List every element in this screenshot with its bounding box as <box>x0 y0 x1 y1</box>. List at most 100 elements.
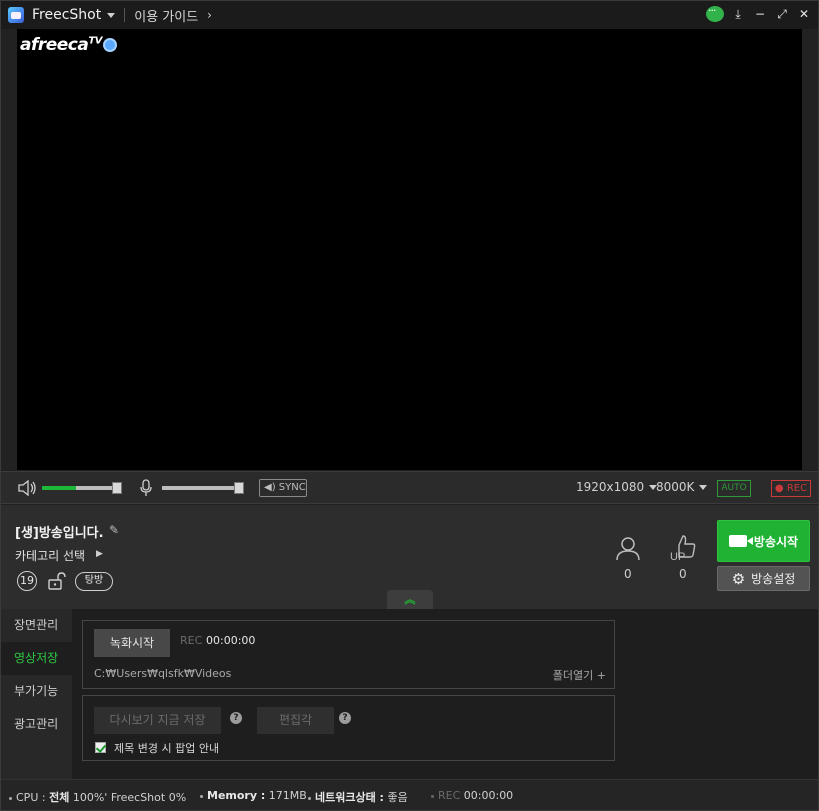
afreecatv-logo: afreecaTV <box>20 35 117 55</box>
broadcast-settings-label: 방송설정 <box>751 572 796 586</box>
help-icon[interactable]: ? <box>339 712 351 724</box>
bullet-icon <box>200 794 203 798</box>
network-value: 좋음 <box>387 791 408 804</box>
cpu-total-value: 100%' <box>72 791 108 804</box>
start-broadcast-label: 방송시작 <box>753 534 799 549</box>
caret-down-icon <box>699 485 708 490</box>
title-change-popup-checkbox[interactable] <box>95 742 106 753</box>
mascot-icon <box>102 38 117 52</box>
video-save-panel: 녹화시작 REC 00:00:00 C:₩Users₩qlsfk₩Videos … <box>72 609 818 779</box>
volume-slider[interactable] <box>42 482 122 494</box>
status-rec-time: 00:00:00 <box>463 789 514 802</box>
open-folder-link[interactable]: 폴더열기 + <box>553 667 606 683</box>
sidebar-item-extra-features[interactable]: 부가기능 <box>1 675 72 708</box>
rec-badge[interactable]: ● REC <box>771 480 811 497</box>
category-select[interactable]: 카테고리 선택 <box>15 547 85 564</box>
sidebar-item-video-save[interactable]: 영상저장 <box>1 642 72 675</box>
save-path: C:₩Users₩qlsfk₩Videos <box>94 667 232 680</box>
logo-text: afreeca <box>20 35 89 55</box>
svg-text:UP: UP <box>670 551 685 561</box>
tangbang-badge[interactable]: 탕방 <box>75 572 113 591</box>
thumbs-up-icon: UP <box>670 535 696 561</box>
title-divider <box>124 8 126 22</box>
maximize-icon[interactable]: ⤢ <box>774 6 790 22</box>
resolution-dropdown[interactable]: 1920x1080 <box>576 480 658 494</box>
usage-guide-link[interactable]: 이용 가이드 <box>134 6 198 25</box>
volume-handle[interactable] <box>112 482 122 494</box>
chat-icon[interactable] <box>706 4 724 22</box>
status-rec-label: REC <box>438 789 461 802</box>
speaker-small-icon: ◀) <box>264 482 276 493</box>
video-right-border <box>802 29 818 470</box>
broadcast-settings-button[interactable]: ⚙ 방송설정 <box>717 566 810 591</box>
mic-volume-slider[interactable] <box>162 482 244 494</box>
microphone-icon[interactable] <box>140 479 152 497</box>
app-menu-dropdown-icon[interactable] <box>107 12 116 18</box>
freecshot-window: FreecShot 이용 가이드 › ⤓ − ⤢ ✕ afreecaTV <box>0 0 819 811</box>
minimize-icon[interactable]: − <box>752 6 768 22</box>
help-icon[interactable]: ? <box>230 712 242 724</box>
video-left-border <box>1 29 17 470</box>
audio-control-bar: ◀) SYNC 1920x1080 8000K AUTO ● REC <box>1 471 818 504</box>
video-camera-icon <box>728 535 753 547</box>
viewer-icon <box>616 537 640 561</box>
auto-badge[interactable]: AUTO <box>717 480 751 497</box>
viewer-count: 0 <box>624 567 632 581</box>
mic-volume-handle[interactable] <box>234 482 244 494</box>
bullet-icon <box>431 794 434 798</box>
speaker-icon[interactable] <box>17 480 37 496</box>
logo-tv-text: TV <box>88 35 102 47</box>
sync-button[interactable]: ◀) SYNC <box>259 479 307 497</box>
title-bar: FreecShot 이용 가이드 › ⤓ − ⤢ ✕ <box>1 1 818 29</box>
rec-status: REC 00:00:00 <box>431 789 513 802</box>
resolution-value: 1920x1080 <box>576 480 645 494</box>
mic-volume-fill <box>162 486 244 490</box>
broadcast-info-panel: [생]방송입니다. ✎ 카테고리 선택 ▶ 19 탕방 0 UP 0 방송시작 … <box>1 505 818 610</box>
start-broadcast-button[interactable]: 방송시작 <box>717 520 810 562</box>
freecshot-cpu-value: 0% <box>168 791 187 804</box>
recording-group: 녹화시작 REC 00:00:00 C:₩Users₩qlsfk₩Videos … <box>82 620 615 689</box>
replay-group: 다시보기 지금 저장 ? 편집각 ? 제목 변경 시 팝업 안내 <box>82 695 615 761</box>
chevron-right-icon: › <box>207 8 212 22</box>
bitrate-value: 8000K <box>656 480 695 494</box>
volume-fill <box>42 486 76 490</box>
age-restriction-badge[interactable]: 19 <box>17 571 37 591</box>
video-preview[interactable]: afreecaTV <box>17 29 802 470</box>
double-chevron-up-icon: ︽ <box>404 593 416 606</box>
status-bar: CPU : 전체 100%' FreecShot 0% Memory : 171… <box>1 779 818 810</box>
memory-label: Memory : <box>207 789 266 802</box>
gear-icon: ⚙ <box>731 569 746 588</box>
memory-status: Memory : 171MB <box>200 789 307 802</box>
bitrate-dropdown[interactable]: 8000K <box>656 480 708 494</box>
rec-timer: 00:00:00 <box>206 634 256 647</box>
collapse-panel-button[interactable]: ︽ <box>387 590 433 610</box>
cpu-total-label: 전체 <box>49 791 70 804</box>
save-replay-now-button[interactable]: 다시보기 지금 저장 <box>94 707 221 734</box>
edit-pencil-icon[interactable]: ✎ <box>109 523 119 537</box>
window-controls: ⤓ − ⤢ ✕ <box>706 4 812 22</box>
close-icon[interactable]: ✕ <box>796 6 812 22</box>
start-recording-button[interactable]: 녹화시작 <box>94 629 170 657</box>
bullet-icon <box>308 796 311 800</box>
cpu-label: CPU : <box>16 791 46 804</box>
network-label: 네트워크상태 : <box>315 791 384 804</box>
network-status: 네트워크상태 : 좋음 <box>308 789 408 805</box>
up-count: 0 <box>679 567 687 581</box>
sidebar-item-ad-management[interactable]: 광고관리 <box>1 708 72 741</box>
cpu-status: CPU : 전체 100%' FreecShot 0% <box>9 789 186 805</box>
app-logo-icon <box>8 7 24 23</box>
unlock-icon[interactable] <box>47 571 67 591</box>
sync-label: SYNC <box>278 482 306 493</box>
caret-right-icon: ▶ <box>96 549 103 559</box>
download-icon[interactable]: ⤓ <box>730 6 746 22</box>
broadcast-title[interactable]: [생]방송입니다. <box>15 522 104 541</box>
rec-label: REC <box>180 634 203 647</box>
memory-value: 171MB <box>268 789 307 802</box>
title-change-popup-label[interactable]: 제목 변경 시 팝업 안내 <box>114 740 219 756</box>
freecshot-cpu-label: FreecShot <box>110 791 166 804</box>
sidebar: 장면관리 영상저장 부가기능 광고관리 <box>1 609 72 779</box>
sidebar-item-scene-management[interactable]: 장면관리 <box>1 609 72 642</box>
edit-clip-button[interactable]: 편집각 <box>257 707 334 734</box>
app-title[interactable]: FreecShot <box>32 7 101 23</box>
bullet-icon <box>9 796 12 800</box>
